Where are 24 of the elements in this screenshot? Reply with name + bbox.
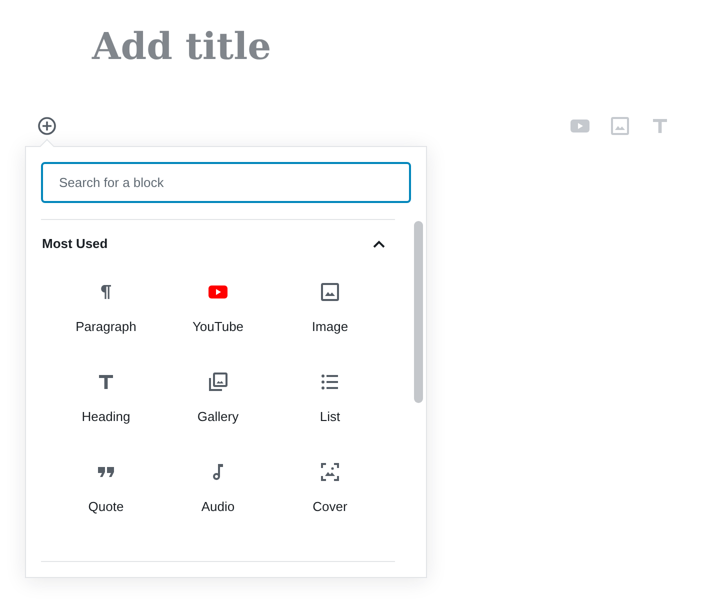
block-item[interactable]: YouTube <box>162 272 274 362</box>
search-field[interactable]: Search for a block <box>41 162 411 203</box>
block-item[interactable]: Heading <box>50 362 162 452</box>
image-icon <box>610 116 630 136</box>
plus-circle-icon <box>37 116 57 136</box>
block-item[interactable]: Audio <box>162 452 274 542</box>
toolbar-button[interactable] <box>610 116 630 136</box>
cover-image-icon <box>320 462 340 482</box>
block-item[interactable]: Quote <box>50 452 162 542</box>
toolbar-button[interactable] <box>650 116 670 136</box>
block-item[interactable]: Gallery <box>162 362 274 452</box>
letter-t-icon <box>650 116 670 136</box>
title-placeholder[interactable]: Add title <box>92 22 272 70</box>
scrollbar-thumb[interactable] <box>414 221 423 403</box>
section-header[interactable]: Most Used <box>42 220 394 268</box>
gallery-icon <box>208 372 228 392</box>
image-icon <box>320 282 340 302</box>
block-item[interactable]: Paragraph <box>50 272 162 362</box>
block-item[interactable]: Cover <box>274 452 386 542</box>
block-item[interactable]: Image <box>274 272 386 362</box>
block-item[interactable]: List <box>274 362 386 452</box>
add-block-button[interactable] <box>37 116 57 136</box>
list-icon <box>320 372 340 392</box>
letter-t-icon <box>96 372 116 392</box>
